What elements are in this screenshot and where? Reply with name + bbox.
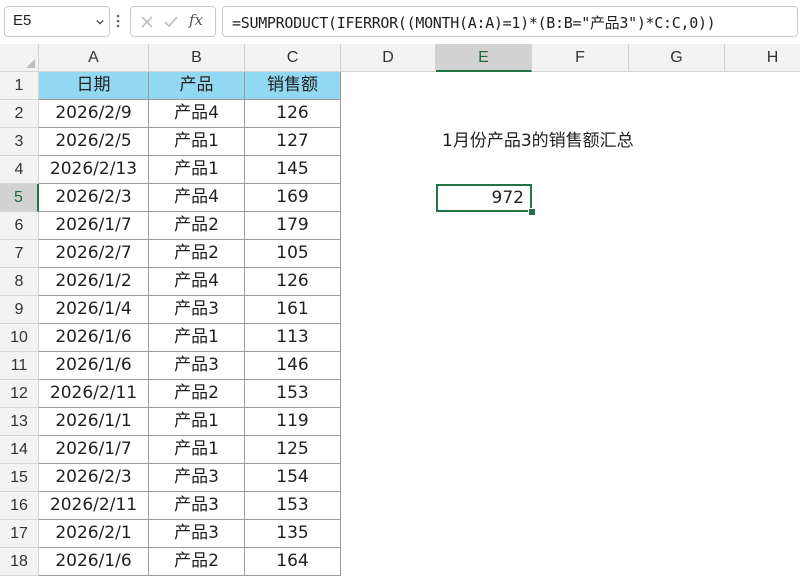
row-header-7[interactable]: 7	[0, 240, 39, 268]
summary-value-cell[interactable]: 972	[436, 184, 532, 212]
row-header-10[interactable]: 10	[0, 324, 39, 352]
table-cell[interactable]: 产品1	[149, 128, 245, 156]
formula-text: =SUMPRODUCT(IFERROR((MONTH(A:A)=1)*(B:B=…	[232, 14, 716, 32]
column-header-g[interactable]: G	[629, 44, 725, 72]
row-header-3[interactable]: 3	[0, 128, 39, 156]
chevron-down-icon[interactable]	[96, 18, 104, 26]
table-cell[interactable]: 产品3	[149, 520, 245, 548]
select-all-corner[interactable]	[0, 44, 39, 72]
row-header-11[interactable]: 11	[0, 352, 39, 380]
table-cell[interactable]: 产品3	[149, 464, 245, 492]
table-cell[interactable]: 126	[245, 268, 341, 296]
name-box[interactable]: E5	[4, 6, 110, 37]
table-cell[interactable]: 产品3	[149, 492, 245, 520]
table-cell[interactable]: 产品1	[149, 436, 245, 464]
table-cell[interactable]: 产品1	[149, 156, 245, 184]
row-header-18[interactable]: 18	[0, 548, 39, 576]
table-cell[interactable]: 2026/2/5	[39, 128, 149, 156]
table-cell[interactable]: 2026/2/3	[39, 184, 149, 212]
row-header-16[interactable]: 16	[0, 492, 39, 520]
column-header-a[interactable]: A	[39, 44, 149, 72]
table-cell[interactable]: 2026/1/7	[39, 212, 149, 240]
column-header-c[interactable]: C	[245, 44, 341, 72]
table-cell[interactable]: 产品3	[149, 296, 245, 324]
table-cell[interactable]: 113	[245, 324, 341, 352]
table-cell[interactable]: 产品1	[149, 324, 245, 352]
table-cell[interactable]: 145	[245, 156, 341, 184]
spreadsheet-grid: A B C D E F G H 1 2 3 4 5 6 7 8 9 10 11 12 13 14 15 16 17 18 日期 产品销…	[0, 44, 800, 580]
table-cell[interactable]: 产品4	[149, 100, 245, 128]
table-cell[interactable]: 179	[245, 212, 341, 240]
row-header-13[interactable]: 13	[0, 408, 39, 436]
table-cell[interactable]: 146	[245, 352, 341, 380]
column-header-e[interactable]: E	[436, 44, 532, 72]
column-header-h[interactable]: H	[725, 44, 800, 72]
table-cell[interactable]: 119	[245, 408, 341, 436]
more-vertical-icon[interactable]	[115, 11, 121, 31]
table-cell[interactable]: 2026/1/6	[39, 324, 149, 352]
fill-handle[interactable]	[528, 208, 536, 216]
table-cell[interactable]: 153	[245, 380, 341, 408]
column-header-b[interactable]: B	[149, 44, 245, 72]
table-cell[interactable]: 154	[245, 464, 341, 492]
column-header-d[interactable]: D	[341, 44, 436, 72]
name-box-cell-ref: E5	[13, 12, 32, 29]
table-cell[interactable]: 2026/2/13	[39, 156, 149, 184]
table-cell[interactable]: 125	[245, 436, 341, 464]
table-cell[interactable]: 2026/2/11	[39, 380, 149, 408]
table-cell[interactable]: 2026/2/1	[39, 520, 149, 548]
row-header-1[interactable]: 1	[0, 72, 39, 100]
table-cell[interactable]: 2026/1/2	[39, 268, 149, 296]
formula-bar: E5 fx =SUMPRODUCT(IFERROR((MONTH(A:A)=1)…	[0, 0, 800, 44]
table-cell[interactable]: 2026/2/11	[39, 492, 149, 520]
table-cell[interactable]: 2026/1/6	[39, 548, 149, 576]
table-cell[interactable]: 2026/2/9	[39, 100, 149, 128]
row-header-14[interactable]: 14	[0, 436, 39, 464]
table-cell[interactable]: 2026/1/4	[39, 296, 149, 324]
row-header-15[interactable]: 15	[0, 464, 39, 492]
column-header-f[interactable]: F	[532, 44, 629, 72]
table-cell[interactable]: 产品2	[149, 380, 245, 408]
table-header-cell[interactable]: 日期	[39, 72, 149, 100]
table-cell[interactable]: 2026/1/1	[39, 408, 149, 436]
table-cell[interactable]: 164	[245, 548, 341, 576]
table-cell[interactable]: 126	[245, 100, 341, 128]
table-cell[interactable]: 2026/2/7	[39, 240, 149, 268]
formula-input[interactable]: =SUMPRODUCT(IFERROR((MONTH(A:A)=1)*(B:B=…	[222, 6, 798, 37]
table-cell[interactable]: 产品2	[149, 240, 245, 268]
cancel-x-icon[interactable]	[139, 14, 155, 30]
formula-actions: fx	[130, 6, 216, 37]
table-cell[interactable]: 2026/1/7	[39, 436, 149, 464]
table-cell[interactable]: 产品2	[149, 212, 245, 240]
table-cell[interactable]: 169	[245, 184, 341, 212]
row-header-5[interactable]: 5	[0, 184, 39, 212]
summary-label[interactable]: 1月份产品3的销售额汇总	[436, 128, 736, 156]
table-cell[interactable]: 产品1	[149, 408, 245, 436]
table-cell[interactable]: 105	[245, 240, 341, 268]
table-cell[interactable]: 2026/1/6	[39, 352, 149, 380]
fx-icon[interactable]: fx	[189, 11, 203, 29]
table-header-cell[interactable]: 产品	[149, 72, 245, 100]
row-header-2[interactable]: 2	[0, 100, 39, 128]
table-cell[interactable]: 161	[245, 296, 341, 324]
row-header-17[interactable]: 17	[0, 520, 39, 548]
table-cell[interactable]: 产品2	[149, 548, 245, 576]
row-header-8[interactable]: 8	[0, 268, 39, 296]
table-cell[interactable]: 2026/2/3	[39, 464, 149, 492]
row-header-9[interactable]: 9	[0, 296, 39, 324]
confirm-check-icon[interactable]	[163, 14, 179, 30]
row-header-6[interactable]: 6	[0, 212, 39, 240]
row-header-12[interactable]: 12	[0, 380, 39, 408]
table-cell[interactable]: 产品4	[149, 184, 245, 212]
row-header-4[interactable]: 4	[0, 156, 39, 184]
table-cell[interactable]: 产品4	[149, 268, 245, 296]
table-cell[interactable]: 产品3	[149, 352, 245, 380]
table-cell[interactable]: 127	[245, 128, 341, 156]
table-cell[interactable]: 135	[245, 520, 341, 548]
table-cell[interactable]: 153	[245, 492, 341, 520]
table-header-cell[interactable]: 销售额	[245, 72, 341, 100]
